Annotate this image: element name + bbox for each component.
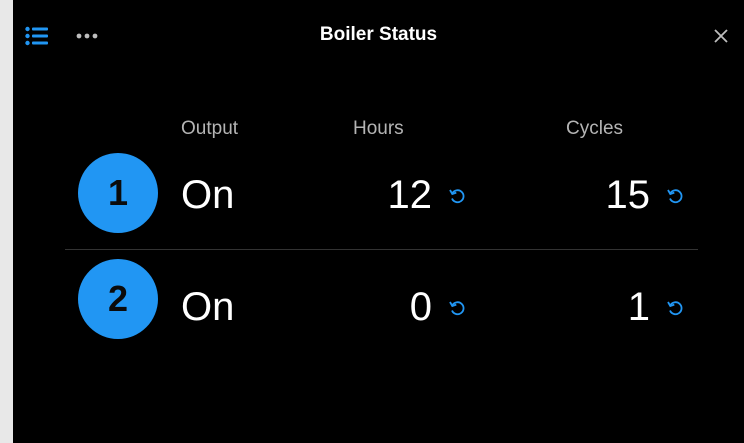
column-header-output: Output	[181, 118, 239, 139]
title-bar: Boiler Status	[13, 0, 744, 72]
boiler-output-value: On	[181, 285, 235, 329]
boiler-row: 1 On 12 15	[13, 145, 744, 245]
boiler-number-badge: 2	[78, 259, 158, 339]
reset-hours-icon[interactable]	[448, 299, 466, 317]
boiler-hours-value: 12	[387, 173, 433, 217]
boiler-status-window: Boiler Status Output Hours Cycles 1 On 1…	[13, 0, 744, 443]
boiler-hours-value: 0	[409, 285, 432, 329]
reset-hours-icon[interactable]	[448, 187, 466, 205]
close-icon[interactable]	[713, 28, 729, 44]
column-header-hours: Hours	[353, 118, 404, 139]
boiler-cycles-value: 15	[605, 173, 651, 217]
reset-cycles-icon[interactable]	[666, 299, 684, 317]
row-divider	[65, 249, 698, 250]
window-title: Boiler Status	[319, 24, 438, 45]
boiler-output-value: On	[181, 173, 235, 217]
reset-cycles-icon[interactable]	[666, 187, 684, 205]
boiler-row: 2 On 0 1	[13, 252, 744, 352]
boiler-number-badge: 1	[78, 153, 158, 233]
boiler-cycles-value: 1	[627, 285, 650, 329]
column-header-cycles: Cycles	[566, 118, 624, 139]
